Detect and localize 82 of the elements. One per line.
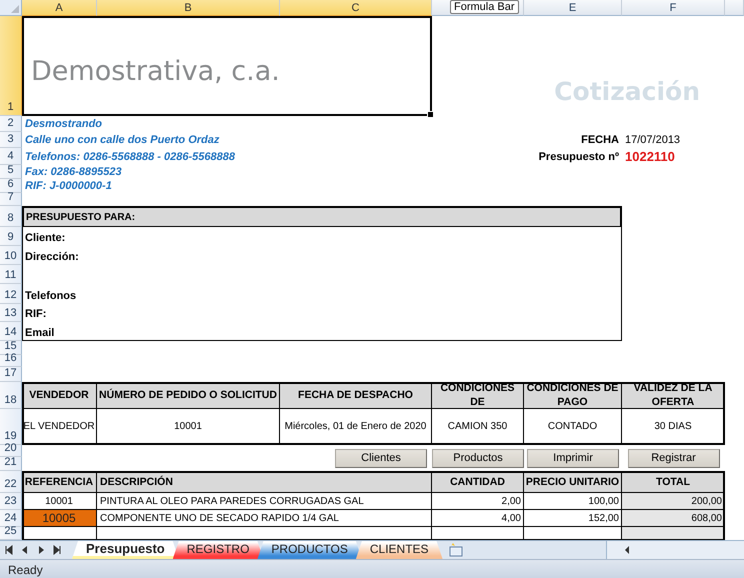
column-header[interactable]: F (622, 0, 725, 16)
row-header[interactable]: 24 (0, 510, 22, 527)
quote-number: 1022110 (624, 149, 676, 164)
table-cell: 30 DIAS (622, 409, 725, 445)
table-header: DESCRIPCIÓN (97, 471, 432, 493)
table-cell: PINTURA AL OLEO PARA PAREDES CORRUGADAS GAL (97, 493, 432, 510)
row-header[interactable]: 23 (0, 493, 22, 510)
company-info-text: RIF: J-0000000-1 (24, 180, 113, 192)
row-header[interactable]: 18 (0, 382, 22, 409)
table-cell: 4,00 (432, 510, 524, 527)
company-info-text: Telefonos: 0286-5568888 - 0286-5568888 (24, 150, 236, 162)
row-header[interactable]: 21 (0, 457, 22, 471)
row-header[interactable]: 14 (0, 322, 22, 341)
company-info-text: Desmostrando (24, 118, 104, 130)
row-header[interactable]: 11 (0, 265, 22, 284)
table-header: VALIDEZ DE LA OFERTA (622, 382, 725, 409)
column-header[interactable]: A (22, 0, 97, 16)
field-label: Email (24, 327, 54, 341)
row-header[interactable]: 13 (0, 304, 22, 322)
row-header[interactable]: 6 (0, 179, 22, 193)
status-text: Ready (8, 562, 43, 576)
company-name: Demostrativa, c.a. (31, 56, 280, 86)
last-sheet-icon[interactable] (52, 545, 62, 555)
table-header: CONDICIONES DE PAGO (524, 382, 622, 409)
next-sheet-icon[interactable] (36, 545, 46, 555)
date-value: 17/07/2013 (624, 134, 682, 146)
table-cell: Miércoles, 01 de Enero de 2020 (280, 409, 432, 445)
table-cell: 2,00 (432, 493, 524, 510)
table-cell: CAMION 350 (432, 409, 524, 445)
row-header[interactable]: 12 (0, 284, 22, 304)
company-info-text: Fax: 0286-8895523 (24, 166, 123, 178)
table-cell: EL VENDEDOR (22, 409, 97, 445)
company-info-text: Calle uno con calle dos Puerto Ordaz (24, 134, 220, 146)
insert-sheet-icon[interactable] (446, 543, 465, 557)
row-header[interactable]: 2 (0, 116, 22, 132)
field-label: Telefonos (24, 290, 76, 304)
row-header[interactable]: 8 (0, 206, 22, 227)
sheet-tab[interactable]: CLIENTES (356, 541, 443, 559)
row-header[interactable]: 9 (0, 227, 22, 246)
field-label: Dirección: (24, 251, 79, 265)
row-header[interactable]: 17 (0, 367, 22, 382)
table-cell: COMPONENTE UNO DE SECADO RAPIDO 1/4 GAL (97, 510, 432, 527)
table-cell: 608,00 (622, 510, 725, 527)
table-cell: 200,00 (622, 493, 725, 510)
date-label: FECHA (581, 134, 620, 146)
table-header: FECHA DE DESPACHO (280, 382, 432, 409)
scroll-left-icon[interactable] (623, 545, 631, 555)
row-header[interactable]: 3 (0, 132, 22, 148)
horizontal-scrollbar[interactable] (606, 541, 744, 559)
row-header[interactable]: 25 (0, 527, 22, 540)
tooltip: Formula Bar (450, 0, 519, 14)
previous-sheet-icon[interactable] (20, 545, 30, 555)
table-header: PRECIO UNITARIO (524, 471, 622, 493)
row-header[interactable]: 4 (0, 148, 22, 165)
table-header: CANTIDAD (432, 471, 524, 493)
form-button[interactable]: Imprimir (527, 448, 619, 468)
table-cell: 10001 (97, 409, 280, 445)
column-header[interactable]: C (280, 0, 432, 16)
first-sheet-icon[interactable] (4, 545, 14, 555)
form-button[interactable]: Clientes (335, 448, 427, 468)
row-header[interactable]: 10 (0, 246, 22, 265)
fill-handle[interactable] (427, 111, 434, 118)
form-button[interactable]: Registrar (628, 448, 720, 468)
table-cell: CONTADO (524, 409, 622, 445)
row-header[interactable]: 5 (0, 165, 22, 179)
form-button[interactable]: Productos (432, 448, 524, 468)
field-label: Cliente: (24, 232, 66, 246)
table-header: NÚMERO DE PEDIDO O SOLICITUD (97, 382, 280, 409)
table-header: CONDICIONES DE (432, 382, 524, 409)
row-header[interactable]: 1 (0, 16, 22, 116)
column-header[interactable]: E (524, 0, 622, 16)
table-cell: 10005 (22, 510, 97, 527)
column-header[interactable]: B (97, 0, 280, 16)
row-header[interactable]: 22 (0, 471, 22, 493)
row-header[interactable]: 20 (0, 445, 22, 457)
row-header[interactable]: 7 (0, 193, 22, 206)
section-header: PRESUPUESTO PARA: (22, 206, 622, 227)
row-header[interactable]: 19 (0, 409, 22, 445)
field-label: RIF: (24, 308, 46, 322)
quote-number-label: Presupuesto nº (538, 150, 620, 162)
table-header: VENDEDOR (22, 382, 97, 409)
row-header[interactable]: 16 (0, 355, 22, 367)
